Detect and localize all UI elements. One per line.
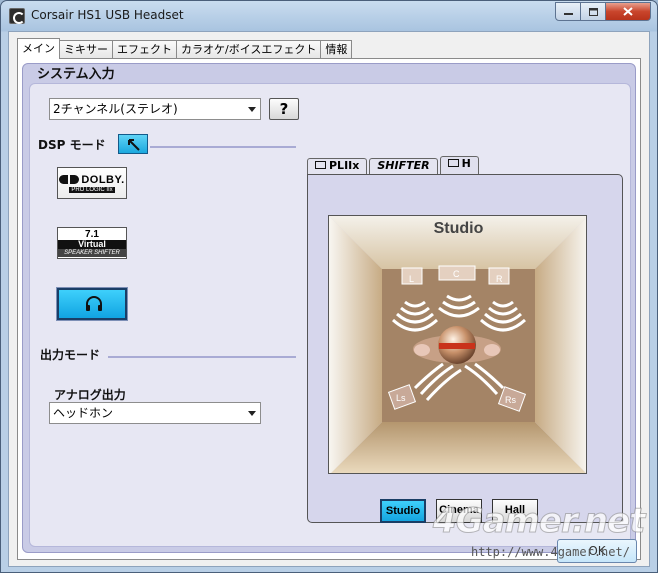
chevron-down-icon <box>248 411 256 416</box>
virtual-sub-label: SPEAKER SHIFTER <box>58 248 126 257</box>
speaker-rs[interactable]: Rs <box>505 395 516 405</box>
dolby-d-right-icon <box>70 175 80 184</box>
room-stage: Studio L C R Ls Rs <box>328 215 587 474</box>
system-input-select[interactable]: 2チャンネル(ステレオ) <box>49 98 261 120</box>
main-tabs: メイン ミキサー エフェクト カラオケ/ボイスエフェクト 情報 <box>17 38 353 59</box>
speaker-c[interactable]: C <box>453 269 460 279</box>
title-bar[interactable]: Corsair HS1 USB Headset <box>1 1 657 31</box>
chevron-down-icon <box>248 107 256 112</box>
system-input-label: システム入力 <box>37 67 115 82</box>
main-panel: システム入力 2チャンネル(ステレオ) ? DSP モード DOLBY. PRO… <box>22 63 636 553</box>
output-mode-divider <box>108 356 296 358</box>
tab-pliix-label: PLIIx <box>329 159 360 172</box>
output-mode-label: 出力モード <box>40 348 101 362</box>
help-button[interactable]: ? <box>269 98 299 120</box>
virtual-word: Virtual <box>58 239 126 249</box>
tab-pliix[interactable]: PLIIx <box>307 158 368 174</box>
main-tab-panel: システム入力 2チャンネル(ステレオ) ? DSP モード DOLBY. PRO… <box>17 58 641 560</box>
dolby-prologic-button[interactable]: DOLBY. PRO LOGIC IIx <box>57 167 127 199</box>
analog-output-select[interactable]: ヘッドホン <box>49 402 261 424</box>
client-area: メイン ミキサー エフェクト カラオケ/ボイスエフェクト 情報 システム入力 2… <box>8 31 650 567</box>
maximize-icon <box>588 7 598 16</box>
dsp-mode-label: DSP モード <box>38 138 106 152</box>
analog-output-label: アナログ出力 <box>54 388 126 402</box>
minimize-button[interactable] <box>555 2 581 21</box>
maximize-button[interactable] <box>581 2 606 21</box>
window-controls <box>555 2 651 21</box>
dolby-small-icon <box>315 161 326 169</box>
dolby-d-left-icon <box>59 175 69 184</box>
mode-tabs: PLIIx SHIFTER H <box>307 156 481 174</box>
dolby-small-icon <box>447 159 459 167</box>
virtual-channel-label: 7.1 <box>85 228 99 240</box>
close-icon <box>623 7 633 16</box>
dsp-mode-indicator <box>118 134 148 154</box>
minimize-icon <box>563 12 573 15</box>
room-visual <box>329 216 586 473</box>
window-title: Corsair HS1 USB Headset <box>31 8 184 22</box>
watermark: 4Gamer.net http://www.4gamer.net/ <box>432 501 657 561</box>
watermark-logo: 4Gamer.net <box>432 501 645 542</box>
watermark-url: http://www.4gamer.net/ <box>471 545 630 559</box>
virtual-speaker-shifter-button[interactable]: 7.1 Virtual SPEAKER SHIFTER <box>57 227 127 259</box>
mode-panel: Studio L C R Ls Rs Studio Cinema Hall <box>307 174 623 523</box>
stage-title: Studio <box>433 220 484 237</box>
tab-mixer[interactable]: ミキサー <box>59 40 113 59</box>
headphone-icon <box>86 296 102 311</box>
tab-h[interactable]: H <box>439 156 479 174</box>
tab-main[interactable]: メイン <box>17 38 60 59</box>
speaker-r[interactable]: R <box>496 274 503 284</box>
tab-shifter[interactable]: SHIFTER <box>369 158 438 174</box>
speaker-ls[interactable]: Ls <box>396 393 406 403</box>
system-input-value: 2チャンネル(ステレオ) <box>53 102 178 116</box>
dsp-arrow-icon <box>128 139 140 151</box>
tab-info[interactable]: 情報 <box>320 40 353 59</box>
dolby-logo: DOLBY. <box>59 174 124 186</box>
tab-h-label: H <box>461 157 471 170</box>
headphone-mode-button[interactable] <box>56 287 128 321</box>
app-icon <box>9 8 25 24</box>
analog-output-value: ヘッドホン <box>53 406 114 420</box>
dolby-sub-label: PRO LOGIC IIx <box>69 186 115 193</box>
close-button[interactable] <box>606 2 651 21</box>
tab-effects[interactable]: エフェクト <box>112 40 177 59</box>
dsp-divider <box>150 146 296 148</box>
speaker-l[interactable]: L <box>409 274 414 284</box>
app-window: Corsair HS1 USB Headset メイン ミキサー エフェクト カ… <box>0 0 658 573</box>
tab-shifter-label: SHIFTER <box>377 159 430 172</box>
tab-karaoke-voice-effects[interactable]: カラオケ/ボイスエフェクト <box>176 40 322 59</box>
dolby-word: DOLBY. <box>81 173 125 186</box>
studio-button[interactable]: Studio <box>380 499 426 523</box>
